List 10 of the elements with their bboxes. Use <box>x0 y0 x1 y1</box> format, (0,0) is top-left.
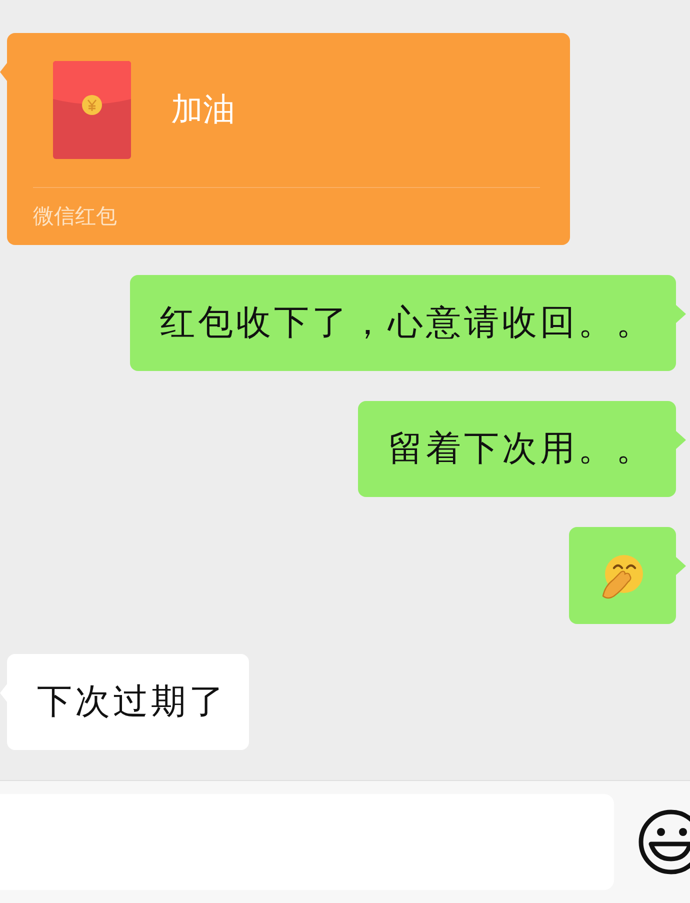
packet-label: 微信红包 <box>33 187 540 230</box>
envelope-icon <box>53 61 131 159</box>
bubble-tail <box>676 431 686 449</box>
bubble-tail <box>676 305 686 323</box>
message-bubble: 留着下次用。。 <box>358 401 676 497</box>
packet-title: 加油 <box>171 89 235 130</box>
smiley-icon[interactable] <box>638 809 690 875</box>
lucky-money-message[interactable]: 加油 微信红包 <box>7 33 570 245</box>
message-bubble: 红包收下了，心意请收回。。 <box>130 275 676 371</box>
message-bubble: 下次过期了 <box>7 654 249 750</box>
